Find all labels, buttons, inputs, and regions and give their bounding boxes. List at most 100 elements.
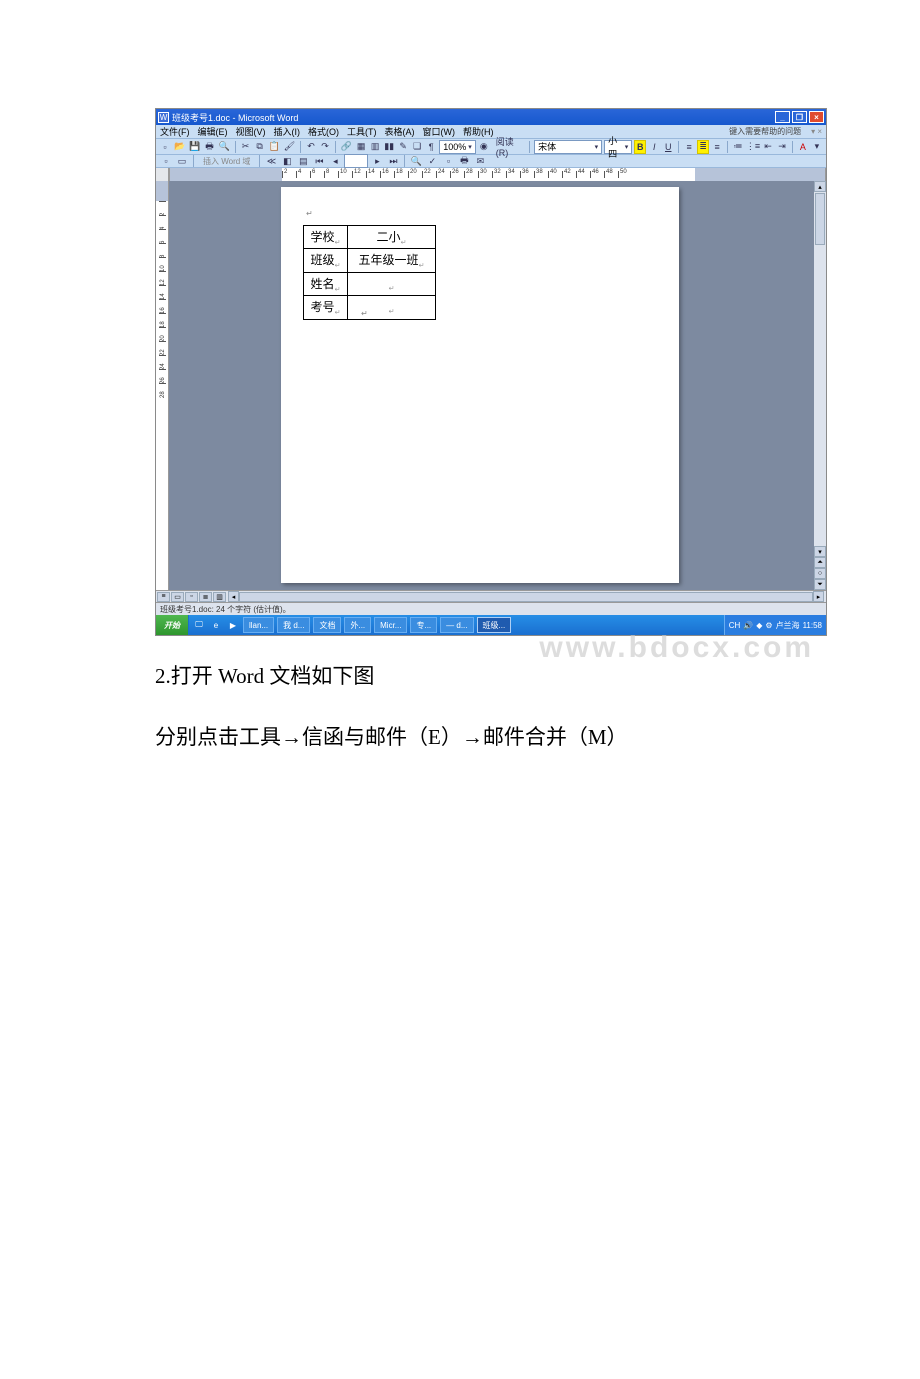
taskbar-item[interactable]: 我 d... [277,617,310,633]
mm-match-fields-icon[interactable]: ▤ [296,154,310,168]
drawing-icon[interactable]: ✎ [397,140,409,154]
paste-icon[interactable]: 📋 [268,140,281,154]
cell-name-label[interactable]: 姓名↵ [304,272,348,295]
scroll-up-icon[interactable]: ▴ [814,181,826,192]
quicklaunch-player-icon[interactable]: ▶ [226,618,240,632]
font-name-dropdown[interactable]: 宋体▾ [534,140,602,154]
menu-insert[interactable]: 插入(I) [274,125,301,138]
quicklaunch-desktop-icon[interactable]: 🖵 [192,618,206,632]
window-close-button[interactable]: × [809,111,824,123]
help-icon[interactable]: ◉ [478,140,490,154]
show-marks-icon[interactable]: ¶ [425,140,437,154]
menu-view[interactable]: 视图(V) [236,125,266,138]
start-button[interactable]: 开始 [156,615,189,635]
taskbar-item[interactable]: — d... [440,617,473,633]
mm-last-record-icon[interactable]: ⏭ [386,154,400,168]
open-icon[interactable]: 📂 [173,140,186,154]
system-tray[interactable]: CH 🔊 ◆ ⚙ 卢兰海 11:58 [724,615,826,635]
help-dropdown-icon[interactable]: ▾ × [811,127,822,136]
mm-record-number[interactable] [344,154,368,168]
menu-format[interactable]: 格式(O) [308,125,339,138]
toolbar-options-icon[interactable]: ▾ [811,140,823,154]
menu-edit[interactable]: 编辑(E) [198,125,228,138]
cell-class-value[interactable]: 五年级一班↵ [348,249,436,272]
window-minimize-button[interactable]: _ [775,111,790,123]
mm-main-doc-icon[interactable]: ▫ [159,154,173,168]
decrease-indent-icon[interactable]: ⇤ [762,140,774,154]
taskbar-item[interactable]: Micr... [374,617,407,633]
align-left-icon[interactable]: ≡ [683,140,695,154]
undo-icon[interactable]: ↶ [305,140,317,154]
taskbar-item[interactable]: llan... [243,617,274,633]
document-scroll-area[interactable]: ↵ 学校↵ 二小↵ 班级↵ 五年级一班↵ 姓名↵ ↵ [169,181,814,590]
tray-icon[interactable]: ◆ [756,621,762,630]
menu-tools[interactable]: 工具(T) [347,125,377,138]
bold-button[interactable]: B [634,140,646,154]
scroll-down-icon[interactable]: ▾ [814,546,826,557]
tables-borders-icon[interactable]: ▦ [355,140,367,154]
cell-school-label[interactable]: 学校↵ [304,226,348,249]
insert-word-field-button[interactable]: 插入 Word 域 [198,154,255,168]
doc-map-icon[interactable]: ❏ [411,140,423,154]
numbering-icon[interactable]: ≔ [732,140,744,154]
font-color-icon[interactable]: A [797,140,809,154]
zoom-dropdown[interactable]: 100%▾ [439,140,476,154]
horizontal-ruler[interactable]: 2468101214161820222426283032343638404244… [169,168,826,181]
format-painter-icon[interactable]: 🖌 [283,140,296,154]
mm-merge-newdoc-icon[interactable]: ▫ [441,154,455,168]
redo-icon[interactable]: ↷ [319,140,331,154]
vertical-scrollbar[interactable]: ▴ ▾ ⏶ ○ ⏷ [814,181,826,590]
cell-examno-label[interactable]: 考号↵ [304,296,348,319]
mm-merge-print-icon[interactable]: 🖶 [457,154,471,168]
mm-find-entry-icon[interactable]: 🔍 [409,154,423,168]
horizontal-scrollbar[interactable]: ◂ ▸ [228,591,824,602]
window-maximize-button[interactable]: ❐ [792,111,807,123]
help-hint-input[interactable]: 键入需要帮助的问题 [729,126,801,137]
taskbar-item-active[interactable]: 班级... [477,617,512,633]
menu-help[interactable]: 帮助(H) [463,125,494,138]
print-icon[interactable]: 🖶 [203,140,215,154]
language-indicator[interactable]: CH [729,621,741,630]
hyperlink-icon[interactable]: 🔗 [340,140,353,154]
underline-button[interactable]: U [662,140,674,154]
scroll-thumb[interactable] [815,193,825,245]
scroll-left-icon[interactable]: ◂ [228,591,239,602]
insert-table-icon[interactable]: ▥ [369,140,381,154]
font-size-dropdown[interactable]: 小四▾ [604,140,632,154]
italic-button[interactable]: I [648,140,660,154]
copy-icon[interactable]: ⧉ [254,140,266,154]
info-table[interactable]: 学校↵ 二小↵ 班级↵ 五年级一班↵ 姓名↵ ↵ 考号↵ [303,225,436,320]
normal-view-icon[interactable]: ≡ [157,592,170,602]
align-center-icon[interactable]: ≣ [697,140,709,154]
prev-page-icon[interactable]: ⏶ [814,557,826,568]
mm-check-errors-icon[interactable]: ✓ [425,154,439,168]
menu-file[interactable]: 文件(F) [160,125,190,138]
cell-school-value[interactable]: 二小↵ [348,226,436,249]
quicklaunch-ie-icon[interactable]: e [209,618,223,632]
mm-open-data-icon[interactable]: ▭ [175,154,189,168]
align-right-icon[interactable]: ≡ [711,140,723,154]
increase-indent-icon[interactable]: ⇥ [776,140,788,154]
print-preview-icon[interactable]: 🔍 [217,140,230,154]
new-doc-icon[interactable]: ▫ [159,140,171,154]
menu-table[interactable]: 表格(A) [385,125,415,138]
mm-merge-email-icon[interactable]: ✉ [473,154,487,168]
tray-clock[interactable]: 11:58 [803,621,822,630]
cell-class-label[interactable]: 班级↵ [304,249,348,272]
mm-next-record-icon[interactable]: ▸ [370,154,384,168]
scroll-right-icon[interactable]: ▸ [813,591,824,602]
select-browse-object-icon[interactable]: ○ [814,568,826,579]
mm-first-record-icon[interactable]: ⏮ [312,154,326,168]
mm-highlight-fields-icon[interactable]: ◧ [280,154,294,168]
tray-icon[interactable]: ⚙ [765,621,772,630]
bullets-icon[interactable]: ⋮≡ [746,140,760,154]
taskbar-item[interactable]: 外... [344,617,371,633]
tray-icon[interactable]: 🔊 [743,621,753,630]
menu-window[interactable]: 窗口(W) [423,125,456,138]
taskbar-item[interactable]: 文档 [313,617,341,633]
outline-view-icon[interactable]: ≣ [199,592,212,602]
next-page-icon[interactable]: ⏷ [814,579,826,590]
cell-name-value[interactable]: ↵ [348,272,436,295]
mm-view-data-icon[interactable]: ≪ [264,154,278,168]
cut-icon[interactable]: ✂ [240,140,252,154]
